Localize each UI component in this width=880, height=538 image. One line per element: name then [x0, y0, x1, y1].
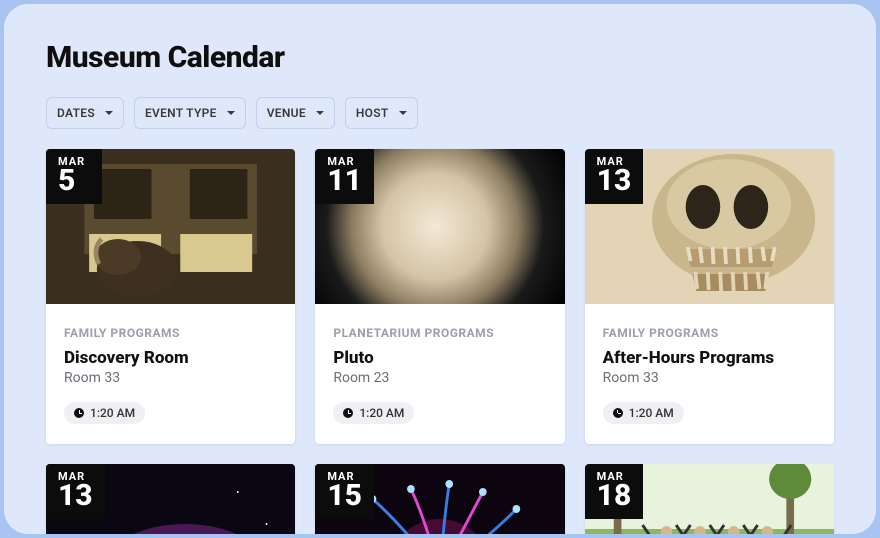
- filter-host[interactable]: HOST: [345, 97, 418, 129]
- event-category: PLANETARIUM PROGRAMS: [333, 326, 546, 340]
- date-day: 15: [327, 481, 362, 511]
- date-day: 18: [597, 481, 632, 511]
- event-card[interactable]: MAR 15: [315, 464, 564, 534]
- event-title: Discovery Room: [64, 348, 277, 368]
- filter-label: EVENT TYPE: [145, 106, 217, 120]
- event-title: After-Hours Programs: [603, 348, 816, 368]
- filter-label: HOST: [356, 106, 389, 120]
- date-day: 13: [597, 166, 632, 196]
- chevron-down-icon: [399, 111, 407, 115]
- event-body: PLANETARIUM PROGRAMS Pluto Room 23 1:20 …: [315, 304, 564, 444]
- event-time: 1:20 AM: [629, 406, 674, 420]
- event-category: FAMILY PROGRAMS: [603, 326, 816, 340]
- event-card[interactable]: MAR 18: [585, 464, 834, 534]
- event-category: FAMILY PROGRAMS: [64, 326, 277, 340]
- event-card[interactable]: MAR 5 FAMILY PROGRAMS Discovery Room Roo…: [46, 149, 295, 444]
- event-time: 1:20 AM: [90, 406, 135, 420]
- date-badge: MAR 15: [315, 464, 374, 519]
- clock-icon: [343, 408, 353, 418]
- event-card[interactable]: MAR 13: [46, 464, 295, 534]
- date-badge: MAR 5: [46, 149, 102, 204]
- event-time-pill: 1:20 AM: [603, 402, 684, 424]
- chevron-down-icon: [105, 111, 113, 115]
- clock-icon: [74, 408, 84, 418]
- filter-label: DATES: [57, 106, 95, 120]
- filter-venue[interactable]: VENUE: [256, 97, 335, 129]
- chevron-down-icon: [227, 111, 235, 115]
- event-image: MAR 13: [585, 149, 834, 304]
- date-day: 5: [58, 166, 90, 196]
- event-time: 1:20 AM: [359, 406, 404, 420]
- event-room: Room 33: [64, 370, 277, 386]
- page-container: Museum Calendar DATES EVENT TYPE VENUE H…: [4, 4, 876, 534]
- event-image: MAR 15: [315, 464, 564, 534]
- date-day: 11: [327, 166, 362, 196]
- event-image: MAR 11: [315, 149, 564, 304]
- event-room: Room 33: [603, 370, 816, 386]
- event-room: Room 23: [333, 370, 546, 386]
- event-time-pill: 1:20 AM: [64, 402, 145, 424]
- date-day: 13: [58, 481, 93, 511]
- filters-row: DATES EVENT TYPE VENUE HOST: [46, 97, 834, 129]
- event-title: Pluto: [333, 348, 546, 368]
- event-time-pill: 1:20 AM: [333, 402, 414, 424]
- date-badge: MAR 13: [585, 149, 644, 204]
- clock-icon: [613, 408, 623, 418]
- date-badge: MAR 18: [585, 464, 644, 519]
- page-title: Museum Calendar: [46, 40, 834, 75]
- filter-event-type[interactable]: EVENT TYPE: [134, 97, 246, 129]
- filter-dates[interactable]: DATES: [46, 97, 124, 129]
- event-image: MAR 13: [46, 464, 295, 534]
- events-grid: MAR 5 FAMILY PROGRAMS Discovery Room Roo…: [46, 149, 834, 534]
- event-image: MAR 18: [585, 464, 834, 534]
- date-badge: MAR 13: [46, 464, 105, 519]
- chevron-down-icon: [316, 111, 324, 115]
- event-image: MAR 5: [46, 149, 295, 304]
- event-card[interactable]: MAR 11 PLANETARIUM PROGRAMS Pluto Room 2…: [315, 149, 564, 444]
- event-body: FAMILY PROGRAMS Discovery Room Room 33 1…: [46, 304, 295, 444]
- event-body: FAMILY PROGRAMS After-Hours Programs Roo…: [585, 304, 834, 444]
- event-card[interactable]: MAR 13 FAMILY PROGRAMS After-Hours Progr…: [585, 149, 834, 444]
- filter-label: VENUE: [267, 106, 306, 120]
- date-badge: MAR 11: [315, 149, 374, 204]
